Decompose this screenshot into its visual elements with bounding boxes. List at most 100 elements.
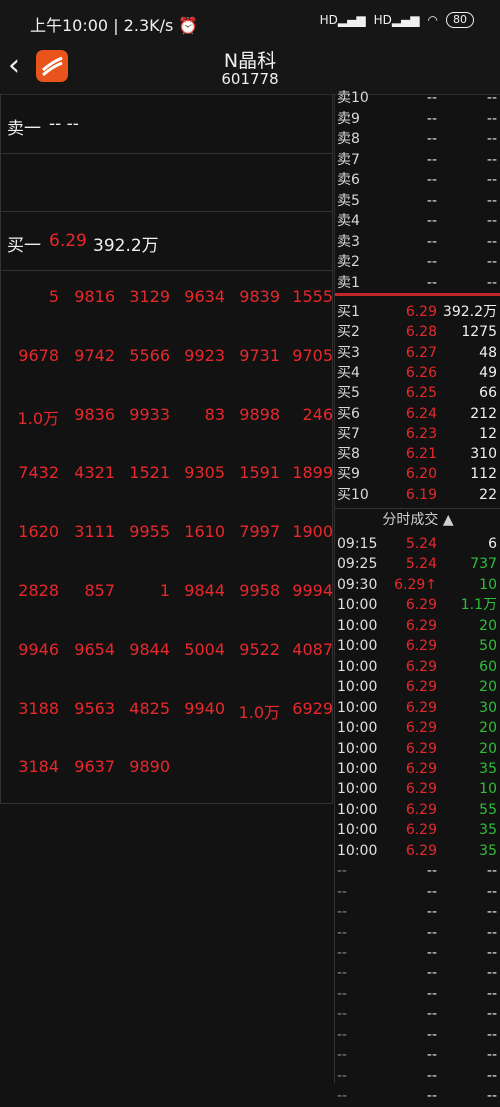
tick-volume: -- <box>486 883 497 900</box>
queue-cell: 9678 <box>18 345 59 365</box>
bid-row: 买8 6.21 310 <box>337 444 499 464</box>
tick-time: 09:25 <box>337 556 378 573</box>
back-button[interactable]: ‹ <box>8 50 32 86</box>
queue-cell: 9705 <box>292 345 333 365</box>
tick-price: -- <box>426 985 437 1002</box>
stock-code: 601778 <box>221 70 279 88</box>
tick-price: -- <box>426 883 437 900</box>
tick-volume: 50 <box>479 638 497 655</box>
tick-price: -- <box>426 1006 437 1023</box>
tick-time: 10:00 <box>337 658 378 675</box>
tick-price: 6.29 <box>405 679 437 696</box>
tick-time: 10:00 <box>337 597 378 614</box>
tick-trades-header[interactable]: 分时成交 ▲ <box>335 508 500 531</box>
tick-time: -- <box>337 924 348 941</box>
ask-volume: -- <box>486 151 497 168</box>
tick-volume: -- <box>486 1088 497 1105</box>
tick-row: 10:00 6.29 60 <box>337 657 499 678</box>
tick-price: 6.29 <box>405 842 437 859</box>
queue-cell: 9305 <box>184 463 225 483</box>
bid-label: 买4 <box>337 364 360 381</box>
bid-volume: 48 <box>479 344 497 361</box>
tick-volume: 20 <box>479 617 497 634</box>
tick-row: -- -- -- <box>337 1045 499 1066</box>
tick-row: 10:00 6.29 20 <box>337 718 499 739</box>
queue-cell: 1.0万 <box>238 702 280 722</box>
tick-price: 6.29 <box>405 699 437 716</box>
bid-row: 买6 6.24 212 <box>337 404 499 424</box>
queue-cell: 1555 <box>292 287 333 306</box>
tick-price: -- <box>426 1047 437 1064</box>
queue-cell: 9844 <box>184 581 225 600</box>
tick-volume: 20 <box>479 720 497 737</box>
tick-volume: 30 <box>479 699 497 716</box>
tick-price: 6.29 <box>405 760 437 777</box>
tick-price: -- <box>426 924 437 941</box>
bid-volume: 212 <box>470 405 497 422</box>
ask-label: 卖1 <box>337 274 360 291</box>
queue-cell: 9836 <box>74 404 115 424</box>
tick-row: 10:00 6.29 20 <box>337 616 499 637</box>
queue-cell: 1591 <box>239 463 280 483</box>
tick-row: 09:25 5.24 737 <box>337 554 499 575</box>
bid-volume: 1275 <box>461 324 497 341</box>
tick-row: -- -- -- <box>337 923 499 944</box>
tick-volume: 35 <box>479 842 497 859</box>
tick-price: 5.24 <box>405 556 437 573</box>
bid-label: 买6 <box>337 405 360 422</box>
tick-price: -- <box>426 904 437 921</box>
buy1-price: 6.29 <box>49 231 87 251</box>
left-panel: 卖一 -- -- 买一 6.29 392.2万 5 9816 3129 9634 983… <box>0 94 333 804</box>
empty-row <box>1 153 332 212</box>
battery-icon: 80 <box>446 12 474 28</box>
bid-row: 买1 6.29 392.2万 <box>337 302 499 322</box>
bid-volume: 49 <box>479 364 497 381</box>
queue-cell: 4087 <box>292 639 333 659</box>
tick-time: -- <box>337 1088 348 1105</box>
bid-volume: 22 <box>479 486 497 503</box>
tick-volume: -- <box>486 1006 497 1023</box>
queue-cell: 9933 <box>129 404 170 424</box>
tick-price: 6.29 <box>405 781 437 798</box>
tick-price: 6.29 <box>405 740 437 757</box>
tick-row: 10:00 6.29 35 <box>337 841 499 862</box>
ask-volume: -- <box>486 172 497 188</box>
tick-volume: -- <box>486 904 497 921</box>
bid-row: 买4 6.26 49 <box>337 363 499 383</box>
ask-label: 卖10 <box>337 90 369 106</box>
tick-time: -- <box>337 883 348 900</box>
queue-cell: 3188 <box>18 698 59 718</box>
tick-volume: -- <box>486 1026 497 1043</box>
tick-price: -- <box>426 1026 437 1043</box>
tick-time: -- <box>337 1006 348 1023</box>
buy1-label: 买一 <box>7 236 41 256</box>
tick-time: 10:00 <box>337 760 378 777</box>
tick-price: 6.29↑ <box>394 576 437 593</box>
tick-volume: 10 <box>479 781 497 798</box>
orderbook-panel: 卖10 -- -- 卖9 -- -- 卖8 -- -- 卖7 -- -- 卖6 -- -- 卖5 -- -- 卖4 -… <box>334 90 500 1104</box>
tick-time: -- <box>337 985 348 1002</box>
tick-price: -- <box>426 863 437 880</box>
signal-icon-2: HD▂▄▆ <box>373 13 420 27</box>
tick-volume: -- <box>486 945 497 961</box>
ask-volume: -- <box>486 90 497 106</box>
tick-row: -- -- -- <box>337 943 499 964</box>
ask-label: 卖8 <box>337 131 360 147</box>
tick-volume: 20 <box>479 740 497 757</box>
tick-time: -- <box>337 1026 348 1043</box>
ask-volume: -- <box>486 110 497 127</box>
bid-label: 买7 <box>337 425 360 442</box>
tick-volume: 6 <box>488 536 497 552</box>
queue-cell: 9955 <box>129 522 170 542</box>
tick-volume: 20 <box>479 679 497 696</box>
queue-cell: 1.0万 <box>17 408 59 428</box>
buy1-order-queue: 5 9816 3129 9634 9839 1555 9678 9742 5566 9923 973… <box>1 270 333 800</box>
queue-cell: 5 <box>48 287 59 306</box>
bid-label: 买1 <box>337 304 360 320</box>
tick-row: 10:00 6.29 55 <box>337 800 499 821</box>
tick-row: -- -- -- <box>337 861 499 882</box>
queue-cell: 9731 <box>239 345 280 365</box>
queue-cell: 1521 <box>129 463 170 483</box>
tick-price: 6.29 <box>405 658 437 675</box>
queue-cell: 9816 <box>74 287 115 306</box>
